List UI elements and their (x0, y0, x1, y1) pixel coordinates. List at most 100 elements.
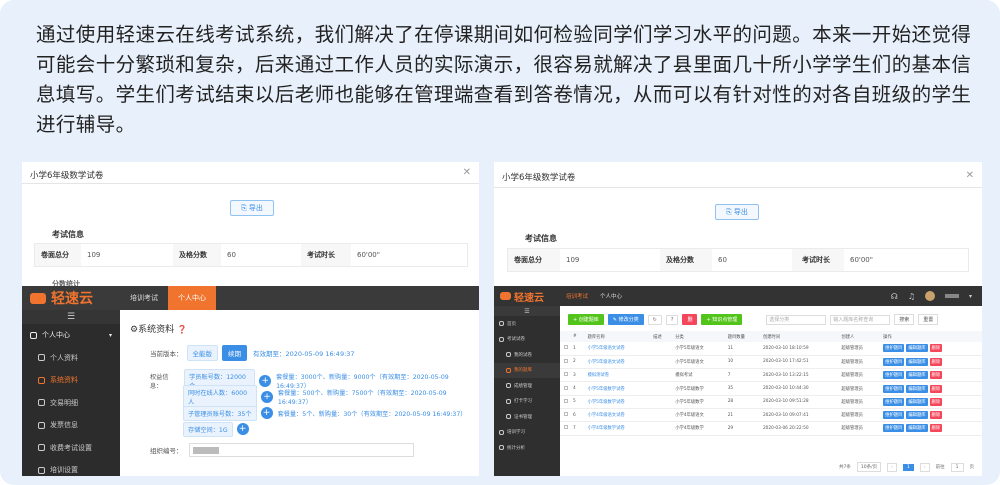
table-row[interactable]: 5 小学5年级数学试卷 小学5年级数学 28 2020-03-10 09:51:28 超级… (560, 395, 982, 409)
avatar[interactable] (924, 291, 935, 301)
sidebar-item-trade[interactable]: 交易明细 (22, 392, 120, 415)
table-cell[interactable]: 小学5年级语文试卷 (585, 342, 651, 355)
row-action-button[interactable]: 删除 (929, 384, 943, 393)
sidebar-item-person[interactable]: 个人中心 ▾ (22, 324, 120, 347)
row-checkbox[interactable] (560, 342, 570, 355)
sidebar-item-home[interactable]: 首页 (494, 316, 560, 332)
row-action-button[interactable]: 删除 (929, 424, 943, 433)
name-search-input[interactable]: 输入题库名称查询 (830, 314, 891, 325)
close-icon[interactable]: ✕ (463, 167, 471, 178)
row-action-button[interactable]: 编辑题库 (906, 371, 928, 380)
table-cell[interactable]: 小学4年级数学试卷 (585, 422, 651, 435)
category-select[interactable]: 选择分类 (766, 314, 827, 325)
table-row[interactable]: 2 小学5年级语文试卷 小学5年级语文 10 2020-03-10 17:42:51 超级… (560, 355, 982, 369)
row-checkbox[interactable] (560, 355, 570, 368)
sidebar-item-system[interactable]: 系统资料 (22, 369, 120, 392)
help-icon[interactable]: ? (665, 314, 679, 325)
help-icon[interactable]: ❓ (177, 325, 187, 334)
version-pill[interactable]: 全能版 (186, 345, 218, 361)
select-all-checkbox[interactable] (560, 331, 570, 342)
page-size-select[interactable]: 10条/页 (856, 462, 882, 472)
table-row[interactable]: 6 小学4年级语文试卷 小学4年级语文 21 2020-03-10 09:07:41 超级… (560, 408, 982, 422)
sidebar-item-cert[interactable]: 证书管理 (494, 409, 560, 425)
score-icon (506, 383, 511, 389)
table-cell[interactable]: 小学5年级数学试卷 (585, 395, 651, 408)
row-checkbox[interactable] (560, 395, 570, 408)
row-checkbox[interactable] (560, 369, 570, 382)
reset-button[interactable]: 重置 (918, 314, 939, 325)
row-action-button[interactable]: 维护题目 (883, 397, 905, 406)
sidebar-item-settings[interactable]: 培训设置 (22, 459, 120, 476)
table-row[interactable]: 1 小学5年级语文试卷 小学5年级语文 11 2020-03-10 18:10:59 超级… (560, 342, 982, 356)
table-row[interactable]: 4 小学5年级数学试卷 小学5年级数学 35 2020-03-10 10:44:30 超级… (560, 382, 982, 396)
delete-button[interactable]: 删 (682, 314, 698, 325)
row-action-button[interactable]: 编辑题库 (906, 357, 928, 366)
sidebar-item-profile[interactable]: 个人资料 (22, 347, 120, 370)
menu-toggle-icon[interactable]: ☰ (22, 310, 120, 324)
goto-page-input[interactable]: 1 (950, 462, 964, 472)
export-button[interactable]: ⎘ 导出 (715, 204, 759, 220)
current-page[interactable]: 1 (902, 463, 914, 471)
sidebar-item-invoice[interactable]: 发票信息 (22, 414, 120, 437)
row-action-button[interactable]: 删除 (929, 344, 943, 353)
sidebar-item-study[interactable]: 培训学习 (494, 425, 560, 441)
next-page-icon[interactable]: › (919, 462, 930, 472)
prev-page-icon[interactable]: ‹ (887, 462, 897, 472)
menu-toggle-icon[interactable]: ☰ (494, 306, 560, 316)
tab-personal-center[interactable]: 个人中心 (594, 292, 628, 300)
add-icon[interactable]: + (236, 423, 249, 435)
tab-personal-center[interactable]: 个人中心 (168, 286, 216, 310)
row-action-button[interactable]: 删除 (929, 397, 943, 406)
row-action-button[interactable]: 删除 (929, 371, 943, 380)
sidebar-item-fee[interactable]: 收费考试设置 (22, 437, 120, 460)
knowledge-button[interactable]: + 知识点管理 (701, 314, 743, 325)
table-cell: 7 (727, 372, 731, 378)
add-icon[interactable]: + (259, 375, 272, 387)
table-cell[interactable]: 小学4年级语文试卷 (585, 408, 651, 421)
brand-logo[interactable]: 轻速云 (22, 288, 120, 308)
add-icon[interactable]: + (260, 407, 273, 419)
tab-training-exam[interactable]: 培训考试 (560, 292, 594, 300)
chevron-down-icon[interactable]: ▾ (969, 293, 972, 300)
sidebar-item-mypaper[interactable]: 我的试卷 (494, 347, 560, 363)
create-bank-button[interactable]: + 创建题库 (568, 314, 604, 325)
sidebar-item-paper[interactable]: 考试试卷 (494, 332, 560, 348)
close-icon[interactable]: ✕ (966, 170, 974, 181)
row-action-button[interactable]: 编辑题库 (906, 397, 928, 406)
row-action-button[interactable]: 删除 (929, 357, 943, 366)
renew-button[interactable]: 续期 (222, 345, 247, 361)
row-checkbox[interactable] (560, 408, 570, 421)
refresh-icon[interactable]: ↻ (647, 314, 662, 325)
row-action-button[interactable]: 编辑题库 (906, 344, 928, 353)
row-action-button[interactable]: 维护题目 (883, 411, 905, 420)
table-cell[interactable]: 小学5年级数学试卷 (585, 382, 651, 395)
add-icon[interactable]: + (261, 391, 273, 403)
row-action-button[interactable]: 删除 (929, 411, 943, 420)
edit-category-button[interactable]: ✎ 修改分类 (607, 314, 644, 325)
sidebar-item-clock[interactable]: 打卡学习 (494, 394, 560, 410)
org-id-field[interactable] (188, 443, 414, 457)
sidebar-item-bank[interactable]: 我的题库 (494, 362, 560, 378)
row-action-button[interactable]: 编辑题库 (906, 411, 928, 420)
row-action-button[interactable]: 维护题目 (883, 357, 905, 366)
row-checkbox[interactable] (560, 382, 570, 395)
headset-icon[interactable]: ☊ (891, 292, 898, 301)
row-action-button[interactable]: 维护题目 (883, 424, 905, 433)
row-action-button[interactable]: 维护题目 (883, 344, 905, 353)
search-button[interactable]: 搜索 (894, 314, 915, 325)
export-button[interactable]: ⎘ 导出 (230, 200, 274, 216)
table-row[interactable]: 3 模拟测试卷 模拟考试 7 2020-03-10 13:22:15 超级管理员 维护题目编… (560, 369, 982, 382)
row-action-button[interactable]: 维护题目 (883, 371, 905, 380)
table-cell[interactable]: 小学5年级语文试卷 (585, 355, 651, 368)
row-action-button[interactable]: 编辑题库 (906, 384, 928, 393)
row-action-button[interactable]: 维护题目 (883, 384, 905, 393)
table-cell[interactable]: 模拟测试卷 (585, 369, 651, 382)
row-checkbox[interactable] (560, 422, 570, 435)
sidebar-item-chart[interactable]: 统计分析 (494, 440, 560, 456)
brand-logo[interactable]: 轻速云 (494, 289, 560, 304)
bell-icon[interactable]: ♫ (908, 292, 915, 301)
row-action-button[interactable]: 编辑题库 (906, 424, 928, 433)
sidebar-item-score[interactable]: 成绩管理 (494, 378, 560, 394)
table-row[interactable]: 7 小学4年级数学试卷 小学4年级数学 29 2020-03-06 20:22:50 超级… (560, 422, 982, 436)
tab-training-exam[interactable]: 培训考试 (120, 286, 168, 310)
